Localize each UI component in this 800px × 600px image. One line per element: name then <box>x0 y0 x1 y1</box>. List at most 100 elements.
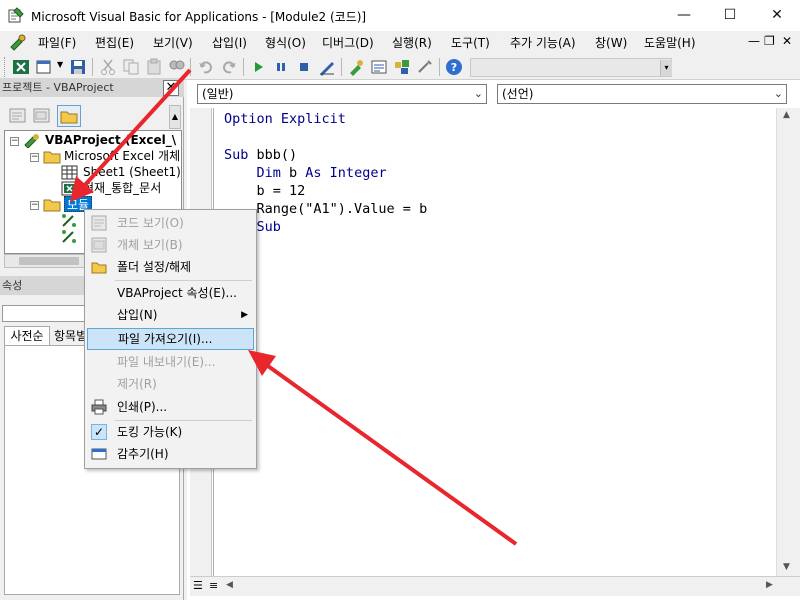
submenu-arrow-icon: ▶ <box>241 310 248 320</box>
undo-icon[interactable] <box>197 58 215 76</box>
project-pane-title: 프로젝트 - VBAProject <box>0 78 184 97</box>
menu-run[interactable]: 실행(R) <box>392 34 432 51</box>
insert-userform-icon[interactable] <box>35 58 53 76</box>
help-icon[interactable]: ? <box>445 58 463 76</box>
toolbar-grip[interactable] <box>4 57 7 77</box>
collapse-icon[interactable]: − <box>10 137 19 146</box>
mdi-restore-button[interactable]: ❐ <box>764 34 775 48</box>
project-explorer-icon[interactable] <box>347 58 365 76</box>
toolbox-icon[interactable] <box>416 58 434 76</box>
object-combo-value: (일반) <box>202 87 234 101</box>
menu-item-view-code: 코드 보기(O) <box>87 212 254 234</box>
toggle-folders-button[interactable] <box>57 105 81 127</box>
menu-item-dockable[interactable]: ✓ 도킹 가능(K) <box>87 421 254 443</box>
chevron-down-icon: ⌄ <box>773 87 783 100</box>
mdi-minimize-button[interactable]: — <box>748 34 760 48</box>
code-editor[interactable]: Option Explicit Sub bbb() Dim b As Integ… <box>213 108 775 576</box>
menu-item-hide[interactable]: 감추기(H) <box>87 443 254 465</box>
project-pane-close-button[interactable]: ✕ <box>163 80 179 96</box>
tree-item-vbaproject[interactable]: VBAProject (Excel_\ <box>45 132 176 148</box>
procedure-combo-value: (선언) <box>502 87 534 101</box>
location-combo <box>470 58 672 77</box>
maximize-button[interactable]: ☐ <box>707 0 753 31</box>
title-bar: Microsoft Visual Basic for Applications … <box>0 0 800 31</box>
menu-format[interactable]: 형식(O) <box>265 34 306 51</box>
module-icon[interactable] <box>61 229 78 244</box>
menu-tools[interactable]: 도구(T) <box>451 34 490 51</box>
menu-item-label: 제거(R) <box>117 377 157 391</box>
scrollbar-thumb[interactable] <box>19 257 79 265</box>
module-icon[interactable] <box>61 213 78 228</box>
menu-item-label: 도킹 가능(K) <box>117 425 183 439</box>
scroll-right-icon[interactable]: ▶ <box>766 580 773 590</box>
menu-item-view-object: 개체 보기(B) <box>87 234 254 256</box>
context-menu: 코드 보기(O) 개체 보기(B) 폴더 설정/해제 VBAProject 속성… <box>84 209 257 469</box>
menu-file[interactable]: 파일(F) <box>38 34 76 51</box>
redo-icon[interactable] <box>220 58 238 76</box>
tab-alphabetic[interactable]: 사전순 <box>4 326 50 346</box>
collapse-icon[interactable]: − <box>30 201 39 210</box>
properties-window-icon[interactable] <box>370 58 388 76</box>
object-browser-icon[interactable] <box>393 58 411 76</box>
printer-icon <box>91 399 107 415</box>
procedure-view-icon[interactable]: ☰ <box>193 579 203 592</box>
menu-addins[interactable]: 추가 기능(A) <box>510 34 576 51</box>
mdi-close-button[interactable]: ✕ <box>782 34 792 48</box>
vba-app-icon <box>8 7 24 23</box>
run-icon[interactable] <box>249 58 267 76</box>
view-code-icon[interactable] <box>8 107 28 124</box>
view-object-icon[interactable] <box>32 107 52 124</box>
menu-edit[interactable]: 편집(E) <box>95 34 134 51</box>
chevron-down-icon: ⌄ <box>473 87 483 100</box>
menu-debug[interactable]: 디버그(D) <box>322 34 374 51</box>
menu-view[interactable]: 보기(V) <box>153 34 193 51</box>
cut-icon[interactable] <box>99 58 117 76</box>
dropdown-arrow-icon[interactable]: ▼ <box>57 60 63 69</box>
tree-item-thisworkbook[interactable]: 현재_통합_문서 <box>83 180 161 196</box>
window-title: Microsoft Visual Basic for Applications … <box>31 10 367 24</box>
minimize-button[interactable]: — <box>661 0 707 31</box>
collapse-icon[interactable]: − <box>30 153 39 162</box>
copy-icon[interactable] <box>122 58 140 76</box>
tree-item-sheet1[interactable]: Sheet1 (Sheet1) <box>83 164 181 180</box>
code-line[interactable]: b = 12 <box>224 182 306 200</box>
scroll-up-button[interactable]: ▲ <box>169 105 181 129</box>
scroll-up-icon[interactable]: ▲ <box>783 110 790 120</box>
folder-icon <box>43 151 61 164</box>
save-icon[interactable] <box>69 58 87 76</box>
object-combo[interactable]: (일반) ⌄ <box>197 84 487 104</box>
menu-bar: 파일(F) 편집(E) 보기(V) 삽입(I) 형식(O) 디버그(D) 실행(… <box>0 31 800 53</box>
reset-icon[interactable] <box>295 58 313 76</box>
excel-view-icon[interactable] <box>12 58 30 76</box>
toolbar-options-icon[interactable]: ▾ <box>660 60 672 76</box>
menu-item-import-file[interactable]: 파일 가져오기(I)... <box>87 328 254 350</box>
procedure-combo[interactable]: (선언) ⌄ <box>497 84 787 104</box>
code-line[interactable]: Sub bbb() <box>224 146 297 164</box>
hide-window-icon <box>91 448 107 460</box>
tree-item-excel-objects[interactable]: Microsoft Excel 개체 <box>64 148 180 164</box>
break-icon[interactable] <box>272 58 290 76</box>
code-horizontal-scrollbar[interactable]: ☰ ≡ ◀ ▶ <box>190 576 800 596</box>
code-line[interactable]: Option Explicit <box>224 110 346 128</box>
checkmark-icon: ✓ <box>91 424 107 440</box>
menu-window[interactable]: 창(W) <box>595 34 627 51</box>
menu-item-project-properties[interactable]: VBAProject 속성(E)... <box>87 282 254 304</box>
menu-item-toggle-folders[interactable]: 폴더 설정/해제 <box>87 256 254 278</box>
menu-item-insert[interactable]: 삽입(N) ▶ <box>87 304 254 326</box>
close-button[interactable]: ✕ <box>754 0 800 31</box>
scroll-left-icon[interactable]: ◀ <box>226 580 233 590</box>
design-mode-icon[interactable] <box>318 58 336 76</box>
vba-menu-icon[interactable] <box>8 33 28 51</box>
menu-help[interactable]: 도움말(H) <box>644 34 696 51</box>
menu-item-label: 코드 보기(O) <box>117 216 184 230</box>
find-icon[interactable] <box>168 58 186 76</box>
full-module-view-icon[interactable]: ≡ <box>209 579 218 592</box>
menu-item-print[interactable]: 인쇄(P)... <box>87 396 254 418</box>
menu-item-label: 파일 내보내기(E)... <box>117 355 216 369</box>
menu-item-label: 감추기(H) <box>117 447 169 461</box>
menu-insert[interactable]: 삽입(I) <box>212 34 247 51</box>
code-line[interactable]: Dim b As Integer <box>224 164 387 182</box>
paste-icon[interactable] <box>145 58 163 76</box>
code-vertical-scrollbar[interactable]: ▲ ▼ <box>776 108 800 576</box>
scroll-down-icon[interactable]: ▼ <box>783 562 790 572</box>
